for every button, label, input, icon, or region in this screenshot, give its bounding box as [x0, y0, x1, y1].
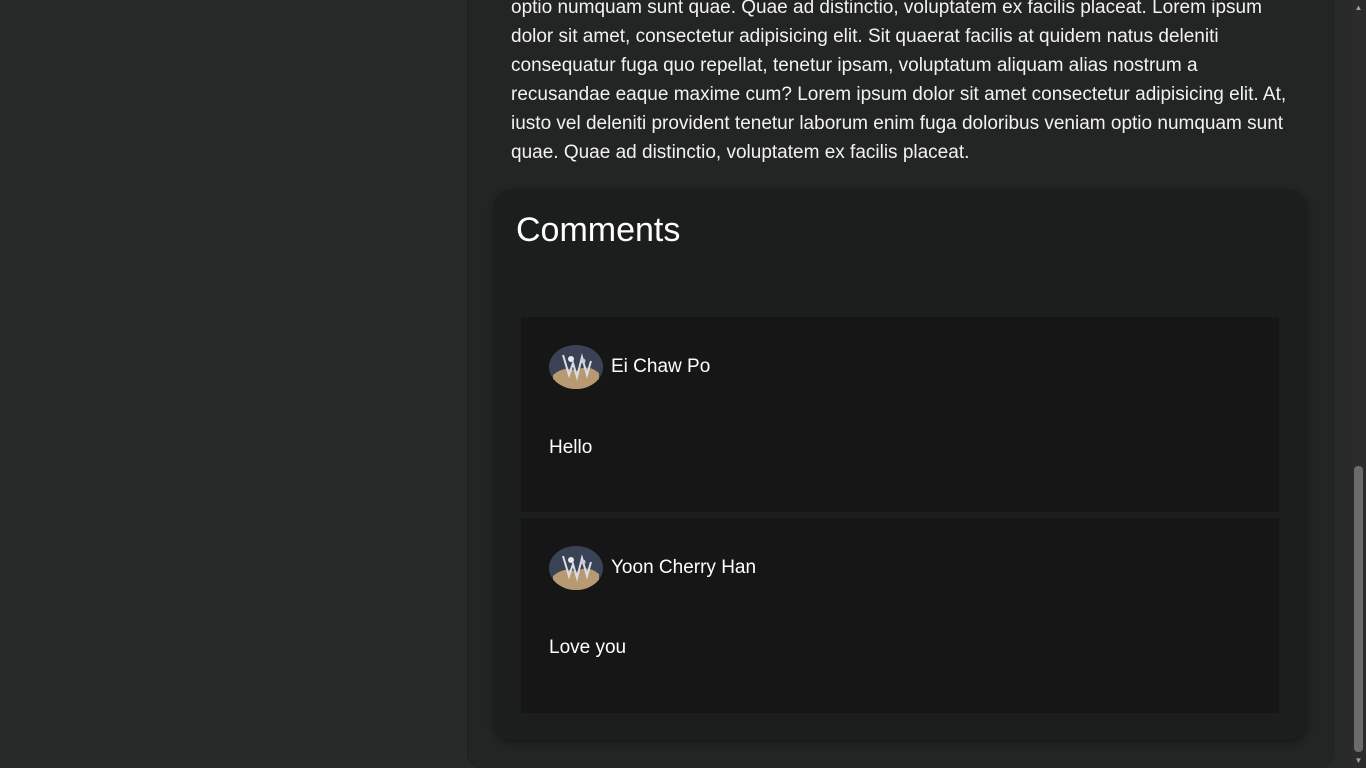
user-avatar-icon[interactable] — [549, 546, 603, 590]
comment-author[interactable]: Yoon Cherry Han — [611, 557, 756, 579]
comment-text: Love you — [549, 637, 627, 658]
comment-header: Ei Chaw Po — [549, 345, 710, 389]
scroll-up-arrow-icon[interactable]: ▲ — [1351, 0, 1366, 15]
scroll-thumb[interactable] — [1354, 466, 1363, 752]
comment-card: Ei Chaw Po Hello — [521, 317, 1279, 512]
comment-text: Hello — [549, 437, 593, 458]
comment-header: Yoon Cherry Han — [549, 546, 756, 590]
comment-card: Yoon Cherry Han Love you — [521, 518, 1279, 713]
comments-section: Comments Ei Chaw Po Hello Yoon Cherry Ha… — [494, 189, 1307, 740]
article-body-text: optio numquam sunt quae. Quae ad distinc… — [511, 0, 1287, 163]
comment-author[interactable]: Ei Chaw Po — [611, 356, 710, 378]
vertical-scrollbar[interactable]: ▲ ▼ — [1351, 0, 1366, 768]
page: optio numquam sunt quae. Quae ad distinc… — [0, 0, 1366, 768]
scroll-down-arrow-icon[interactable]: ▼ — [1351, 753, 1366, 768]
user-avatar-icon[interactable] — [549, 345, 603, 389]
comments-title: Comments — [516, 211, 681, 249]
